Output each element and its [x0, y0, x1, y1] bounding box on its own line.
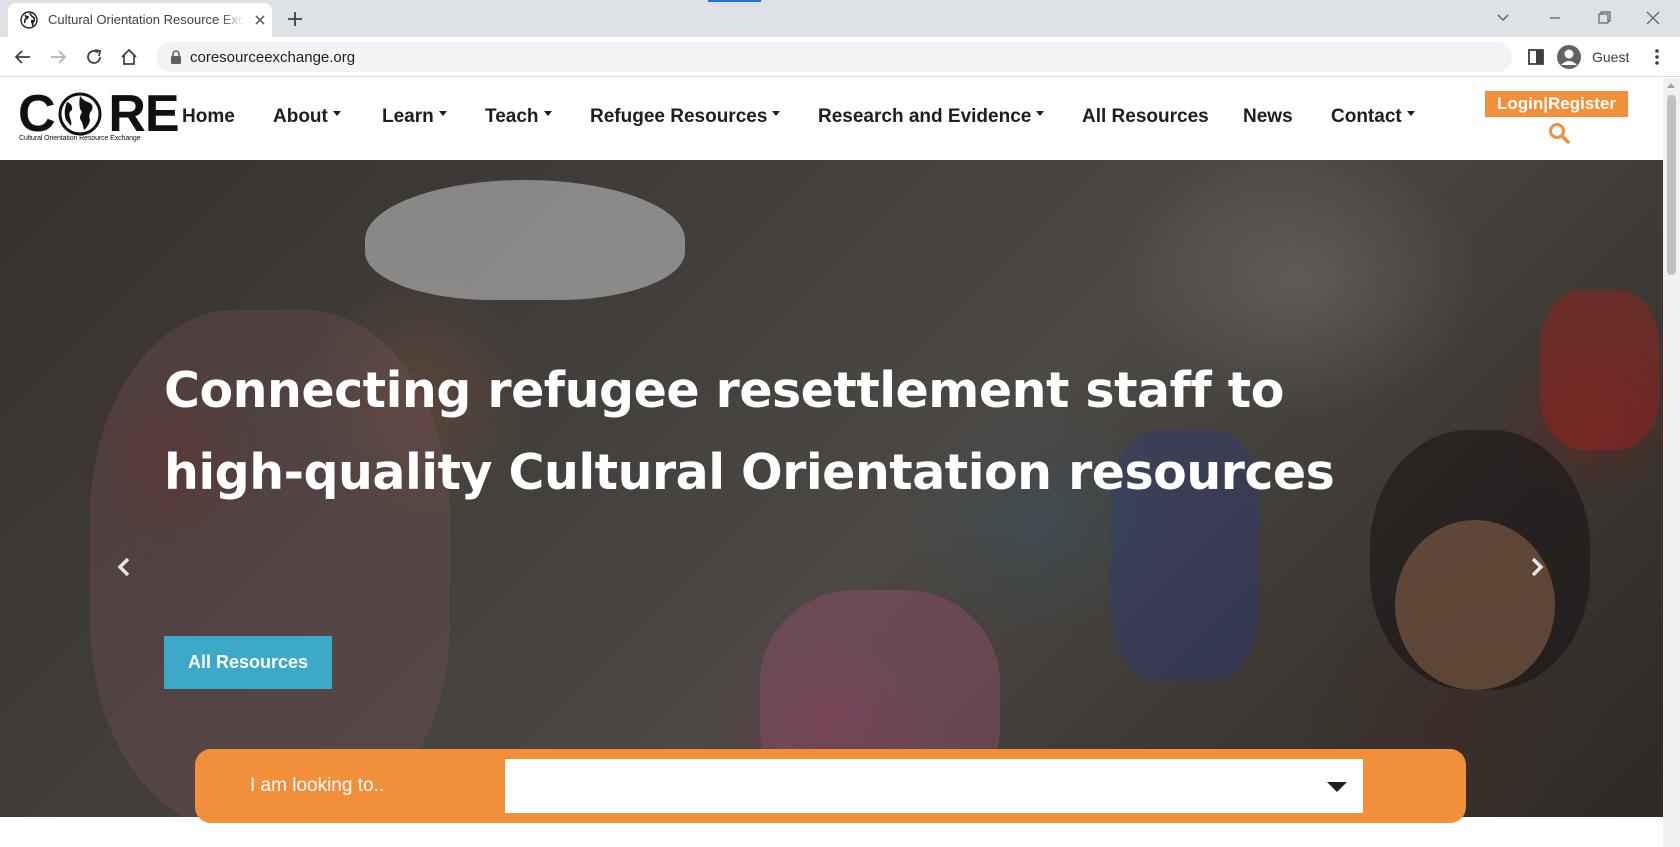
tab-title: Cultural Orientation Resource Exchange [48, 12, 244, 27]
looking-to-select[interactable] [505, 759, 1363, 813]
nav-all-resources-label: All Resources [1082, 106, 1209, 127]
scrollbar-thumb[interactable] [1667, 95, 1676, 275]
nav-about[interactable]: About [273, 106, 341, 128]
close-window-icon[interactable] [1643, 9, 1663, 27]
tab-search-icon[interactable] [1493, 9, 1513, 27]
core-logo[interactable]: C RE Cultural Orientation Resource Excha… [18, 85, 180, 146]
carousel-next-icon[interactable] [1527, 552, 1547, 582]
page-viewport: C RE Cultural Orientation Resource Excha… [0, 78, 1663, 847]
hero-heading-line1: Connecting refugee resettlement staff to [164, 362, 1284, 419]
restore-icon[interactable] [1594, 9, 1614, 27]
scroll-up-icon[interactable] [1667, 83, 1675, 88]
avatar-icon [1557, 45, 1581, 69]
nav-home-label: Home [182, 106, 235, 127]
home-icon[interactable] [118, 46, 140, 68]
caret-down-icon [1036, 111, 1045, 117]
address-bar[interactable]: coresourceexchange.org [156, 42, 1512, 72]
nav-research-label: Research and Evidence [818, 106, 1032, 127]
site-header: C RE Cultural Orientation Resource Excha… [0, 78, 1663, 160]
url-text[interactable]: coresourceexchange.org [190, 49, 355, 66]
nav-teach-label: Teach [485, 106, 539, 127]
looking-to-bar: I am looking to.. [195, 749, 1466, 823]
logo-tagline: Cultural Orientation Resource Exchange [19, 135, 141, 142]
hero-heading: Connecting refugee resettlement staff to… [164, 350, 1364, 514]
caret-down-icon [772, 111, 781, 117]
lock-icon[interactable] [170, 50, 182, 64]
hero-heading-line2: high-quality Cultural Orientation resour… [164, 444, 1335, 501]
globe-logo-icon [58, 92, 102, 136]
minimize-icon[interactable] [1545, 9, 1565, 27]
forward-arrow-icon[interactable] [47, 46, 69, 68]
nav-refugee-resources[interactable]: Refugee Resources [590, 106, 781, 128]
globe-favicon-icon [20, 11, 38, 29]
all-resources-button[interactable]: All Resources [164, 636, 332, 689]
carousel-prev-icon[interactable] [114, 552, 134, 582]
tabstrip-accent [708, 0, 761, 2]
browser-tabstrip: Cultural Orientation Resource Exchange [0, 0, 1680, 37]
looking-to-label: I am looking to.. [250, 775, 385, 796]
new-tab-icon[interactable] [285, 9, 305, 29]
profile-button[interactable]: Guest [1556, 42, 1636, 72]
side-panel-icon[interactable] [1526, 47, 1546, 67]
nav-contact-label: Contact [1331, 106, 1402, 127]
nav-learn[interactable]: Learn [382, 106, 447, 128]
reload-icon[interactable] [83, 46, 105, 68]
nav-learn-label: Learn [382, 106, 434, 127]
caret-down-icon [543, 111, 552, 117]
caret-down-icon [332, 111, 341, 117]
more-menu-icon[interactable] [1650, 46, 1664, 68]
nav-all-resources[interactable]: All Resources [1082, 106, 1209, 128]
close-tab-icon[interactable] [251, 11, 269, 29]
login-register-button[interactable]: Login|Register [1485, 91, 1628, 117]
dropdown-caret-icon[interactable] [1327, 782, 1347, 792]
nav-research-and-evidence[interactable]: Research and Evidence [818, 106, 1045, 128]
nav-refugee-resources-label: Refugee Resources [590, 106, 768, 127]
nav-news-label: News [1243, 106, 1293, 127]
hero-carousel: Connecting refugee resettlement staff to… [0, 160, 1663, 817]
nav-contact[interactable]: Contact [1331, 106, 1415, 128]
caret-down-icon [1406, 111, 1415, 117]
page-scrollbar[interactable] [1663, 78, 1680, 847]
nav-about-label: About [273, 106, 328, 127]
profile-name: Guest [1592, 49, 1630, 65]
nav-news[interactable]: News [1243, 106, 1293, 128]
browser-toolbar: coresourceexchange.org Guest [0, 37, 1680, 77]
nav-home[interactable]: Home [182, 106, 235, 128]
back-arrow-icon[interactable] [12, 46, 34, 68]
caret-down-icon [438, 111, 447, 117]
browser-tab[interactable]: Cultural Orientation Resource Exchange [8, 3, 272, 37]
search-icon[interactable] [1548, 122, 1570, 144]
nav-teach[interactable]: Teach [485, 106, 552, 128]
